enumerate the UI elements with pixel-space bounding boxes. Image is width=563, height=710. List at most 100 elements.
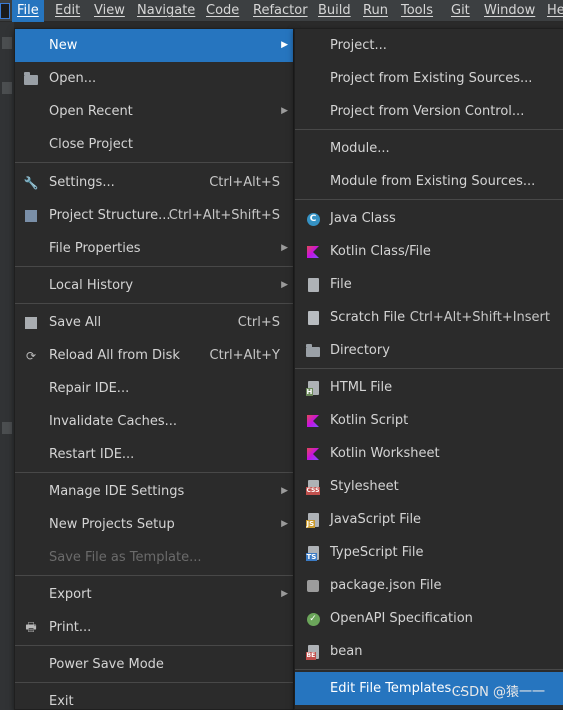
js-file-icon: JS xyxy=(305,512,321,528)
menu-item-label: Print... xyxy=(49,620,92,635)
new-item-module[interactable]: Module... xyxy=(295,132,563,165)
kotlin-icon xyxy=(305,244,321,260)
new-item-module-existing-sources[interactable]: Module from Existing Sources... xyxy=(295,165,563,198)
menu-item-shortcut: Ctrl+S xyxy=(237,315,280,330)
java-class-icon: C xyxy=(305,211,321,227)
menu-separator xyxy=(15,472,293,473)
new-item-html-file[interactable]: H HTML File xyxy=(295,371,563,404)
menu-item-label: Close Project xyxy=(49,137,134,152)
menu-separator xyxy=(295,129,563,130)
reload-icon: ⟳ xyxy=(25,349,37,363)
menu-item-close-project[interactable]: Close Project xyxy=(15,128,293,161)
menu-tools[interactable]: Tools xyxy=(401,0,433,22)
menu-build[interactable]: Build xyxy=(318,0,351,22)
menu-item-shortcut: Ctrl+Alt+Shift+S xyxy=(168,208,280,223)
menu-navigate[interactable]: Navigate xyxy=(137,0,195,22)
menu-bar: File Edit View Navigate Code Refactor Bu… xyxy=(0,0,563,22)
new-item-project[interactable]: Project... xyxy=(295,29,563,62)
menu-item-label: Project... xyxy=(330,38,387,53)
menu-item-label: Restart IDE... xyxy=(49,447,135,462)
menu-item-label: JavaScript File xyxy=(330,512,422,527)
menu-item-reload-all[interactable]: ⟳ Reload All from Disk Ctrl+Alt+Y xyxy=(15,339,293,372)
new-item-directory[interactable]: Directory xyxy=(295,334,563,367)
menu-item-label: Module from Existing Sources... xyxy=(330,174,536,189)
menu-item-local-history[interactable]: Local History ▶ xyxy=(15,269,293,302)
menu-item-label: Power Save Mode xyxy=(49,657,164,672)
menu-item-invalidate-caches[interactable]: Invalidate Caches... xyxy=(15,405,293,438)
menu-window[interactable]: Window xyxy=(484,0,535,22)
menu-refactor[interactable]: Refactor xyxy=(253,0,308,22)
menu-item-label: File Properties xyxy=(49,241,141,256)
file-icon xyxy=(305,277,321,293)
printer-icon: 🖶 xyxy=(25,619,37,634)
html-file-icon: H xyxy=(305,380,321,396)
folder-icon xyxy=(23,71,39,87)
menu-separator xyxy=(15,162,293,163)
menu-item-open-recent[interactable]: Open Recent ▶ xyxy=(15,95,293,128)
menu-item-power-save-mode[interactable]: Power Save Mode xyxy=(15,648,293,681)
new-item-kotlin-script[interactable]: Kotlin Script xyxy=(295,404,563,437)
submenu-arrow-icon: ▶ xyxy=(281,243,288,253)
menu-item-label: bean xyxy=(330,644,363,659)
menu-item-label: Invalidate Caches... xyxy=(49,414,178,429)
new-submenu: Project... Project from Existing Sources… xyxy=(294,28,563,710)
npm-icon xyxy=(305,578,321,594)
new-item-kotlin-worksheet[interactable]: Kotlin Worksheet xyxy=(295,437,563,470)
scratch-file-icon xyxy=(305,310,321,326)
menu-item-manage-ide-settings[interactable]: Manage IDE Settings ▶ xyxy=(15,475,293,508)
project-structure-icon xyxy=(23,208,39,224)
menu-file[interactable]: File xyxy=(12,0,44,22)
new-item-project-vcs[interactable]: Project from Version Control... xyxy=(295,95,563,128)
css-file-icon: CSS xyxy=(305,479,321,495)
menu-item-file-properties[interactable]: File Properties ▶ xyxy=(15,232,293,265)
new-item-package-json[interactable]: package.json File xyxy=(295,569,563,602)
menu-item-restart-ide[interactable]: Restart IDE... xyxy=(15,438,293,471)
new-item-file[interactable]: File xyxy=(295,268,563,301)
menu-item-label: Kotlin Script xyxy=(330,413,409,428)
menu-item-open[interactable]: Open... xyxy=(15,62,293,95)
menu-separator xyxy=(295,669,563,670)
gutter-mark xyxy=(2,37,12,49)
menu-item-label: File xyxy=(330,277,352,292)
menu-separator xyxy=(295,199,563,200)
menu-separator xyxy=(295,368,563,369)
menu-code[interactable]: Code xyxy=(206,0,239,22)
menu-item-print[interactable]: 🖶 Print... xyxy=(15,611,293,644)
new-item-project-existing-sources[interactable]: Project from Existing Sources... xyxy=(295,62,563,95)
menu-item-label: Settings... xyxy=(49,175,115,190)
menu-separator xyxy=(15,575,293,576)
menu-item-export[interactable]: Export ▶ xyxy=(15,578,293,611)
new-item-java-class[interactable]: C Java Class xyxy=(295,202,563,235)
menu-item-repair-ide[interactable]: Repair IDE... xyxy=(15,372,293,405)
menu-item-save-all[interactable]: Save All Ctrl+S xyxy=(15,306,293,339)
new-item-openapi-spec[interactable]: ✓ OpenAPI Specification xyxy=(295,602,563,635)
menu-item-label: Project Structure... xyxy=(49,208,171,223)
new-item-typescript-file[interactable]: TS TypeScript File xyxy=(295,536,563,569)
submenu-arrow-icon: ▶ xyxy=(281,589,288,599)
menu-item-label: Exit xyxy=(49,694,74,709)
new-item-javascript-file[interactable]: JS JavaScript File xyxy=(295,503,563,536)
menu-item-label: OpenAPI Specification xyxy=(330,611,473,626)
menu-item-label: Project from Existing Sources... xyxy=(330,71,533,86)
menu-item-label: package.json File xyxy=(330,578,442,593)
menu-item-new-projects-setup[interactable]: New Projects Setup ▶ xyxy=(15,508,293,541)
menu-item-label: Java Class xyxy=(330,211,396,226)
menu-item-label: Project from Version Control... xyxy=(330,104,525,119)
menu-item-exit[interactable]: Exit xyxy=(15,685,293,709)
menu-run[interactable]: Run xyxy=(363,0,388,22)
menu-view[interactable]: View xyxy=(94,0,125,22)
menu-edit[interactable]: Edit xyxy=(55,0,80,22)
menu-item-settings[interactable]: 🔧 Settings... Ctrl+Alt+S xyxy=(15,166,293,199)
menu-item-label: Reload All from Disk xyxy=(49,348,180,363)
menu-git[interactable]: Git xyxy=(451,0,470,22)
bean-file-icon: BE xyxy=(305,644,321,660)
menu-item-new[interactable]: New ▶ xyxy=(15,29,293,62)
menu-item-label: HTML File xyxy=(330,380,393,395)
menu-item-project-structure[interactable]: Project Structure... Ctrl+Alt+Shift+S xyxy=(15,199,293,232)
new-item-scratch-file[interactable]: Scratch File Ctrl+Alt+Shift+Insert xyxy=(295,301,563,334)
new-item-kotlin-class[interactable]: Kotlin Class/File xyxy=(295,235,563,268)
menu-item-label: Manage IDE Settings xyxy=(49,484,185,499)
new-item-stylesheet[interactable]: CSS Stylesheet xyxy=(295,470,563,503)
new-item-bean[interactable]: BE bean xyxy=(295,635,563,668)
menu-help[interactable]: He xyxy=(547,0,563,22)
